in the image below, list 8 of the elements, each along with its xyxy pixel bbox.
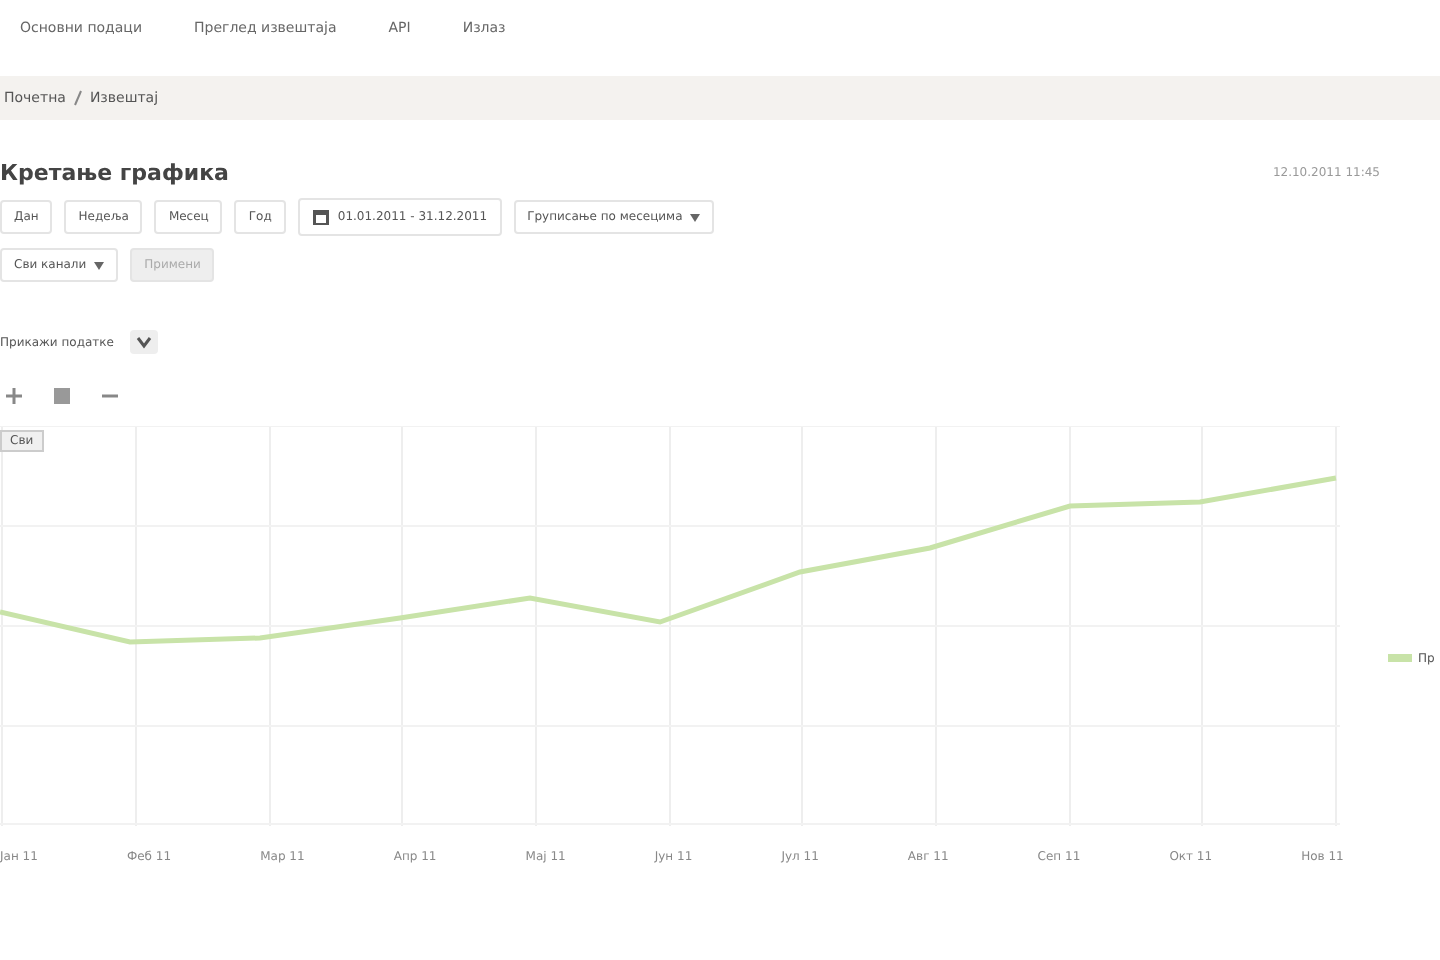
caret-icon xyxy=(94,261,105,269)
page-title: Кретање графика xyxy=(0,160,229,186)
square-icon[interactable] xyxy=(52,386,72,406)
chevron-icon[interactable] xyxy=(129,330,158,354)
calendar-icon xyxy=(311,208,330,226)
zoom-in-icon[interactable] xyxy=(4,386,24,406)
caret-icon xyxy=(690,213,701,221)
slash-icon xyxy=(73,90,82,106)
